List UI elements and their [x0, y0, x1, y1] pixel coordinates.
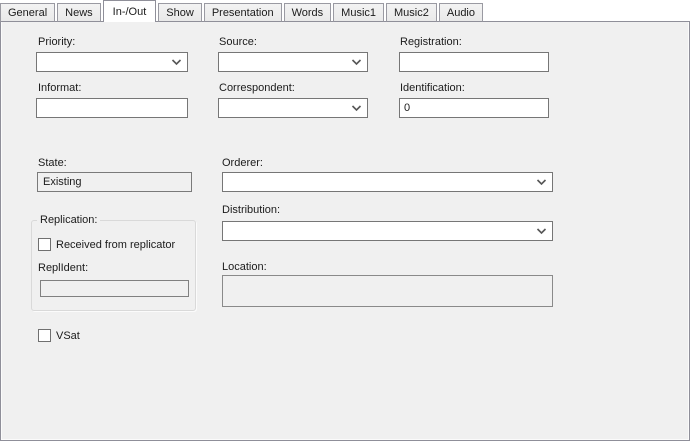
priority-combobox[interactable] — [36, 52, 188, 72]
tab-general[interactable]: General — [0, 3, 55, 22]
received-from-replicator-checkbox[interactable] — [38, 238, 51, 251]
registration-label: Registration: — [400, 36, 462, 49]
replication-group-label: Replication: — [37, 214, 100, 227]
vsat-checkbox[interactable] — [38, 329, 51, 342]
replident-label: ReplIdent: — [38, 262, 88, 275]
replident-disabled-field — [40, 280, 189, 297]
orderer-combobox[interactable] — [222, 172, 553, 192]
chevron-down-icon — [536, 228, 547, 235]
chevron-down-icon — [536, 179, 547, 186]
tab-bar: General News In-/Out Show Presentation W… — [0, 0, 485, 22]
tab-in-out[interactable]: In-/Out — [103, 0, 157, 22]
informat-input[interactable] — [36, 98, 188, 118]
identification-input[interactable] — [399, 98, 549, 118]
state-label: State: — [38, 157, 67, 170]
vsat-label: VSat — [56, 330, 80, 343]
tab-music1[interactable]: Music1 — [333, 3, 384, 22]
chevron-down-icon — [351, 105, 362, 112]
location-label: Location: — [222, 261, 267, 274]
tab-words[interactable]: Words — [284, 3, 332, 22]
tab-music2[interactable]: Music2 — [386, 3, 437, 22]
source-label: Source: — [219, 36, 257, 49]
source-combobox[interactable] — [218, 52, 368, 72]
tab-news[interactable]: News — [57, 3, 101, 22]
registration-input[interactable] — [399, 52, 549, 72]
distribution-label: Distribution: — [222, 204, 280, 217]
received-from-replicator-label: Received from replicator — [56, 239, 175, 252]
correspondent-label: Correspondent: — [219, 82, 295, 95]
chevron-down-icon — [351, 59, 362, 66]
location-disabled-field — [222, 275, 553, 307]
correspondent-combobox[interactable] — [218, 98, 368, 118]
inout-settings-dialog: General News In-/Out Show Presentation W… — [0, 0, 694, 445]
informat-label: Informat: — [38, 82, 81, 95]
state-readonly-field: Existing — [37, 172, 192, 192]
priority-label: Priority: — [38, 36, 75, 49]
orderer-label: Orderer: — [222, 157, 263, 170]
tab-show[interactable]: Show — [158, 3, 202, 22]
distribution-combobox[interactable] — [222, 221, 553, 241]
tab-audio[interactable]: Audio — [439, 3, 483, 22]
chevron-down-icon — [171, 59, 182, 66]
identification-label: Identification: — [400, 82, 465, 95]
tab-presentation[interactable]: Presentation — [204, 3, 282, 22]
